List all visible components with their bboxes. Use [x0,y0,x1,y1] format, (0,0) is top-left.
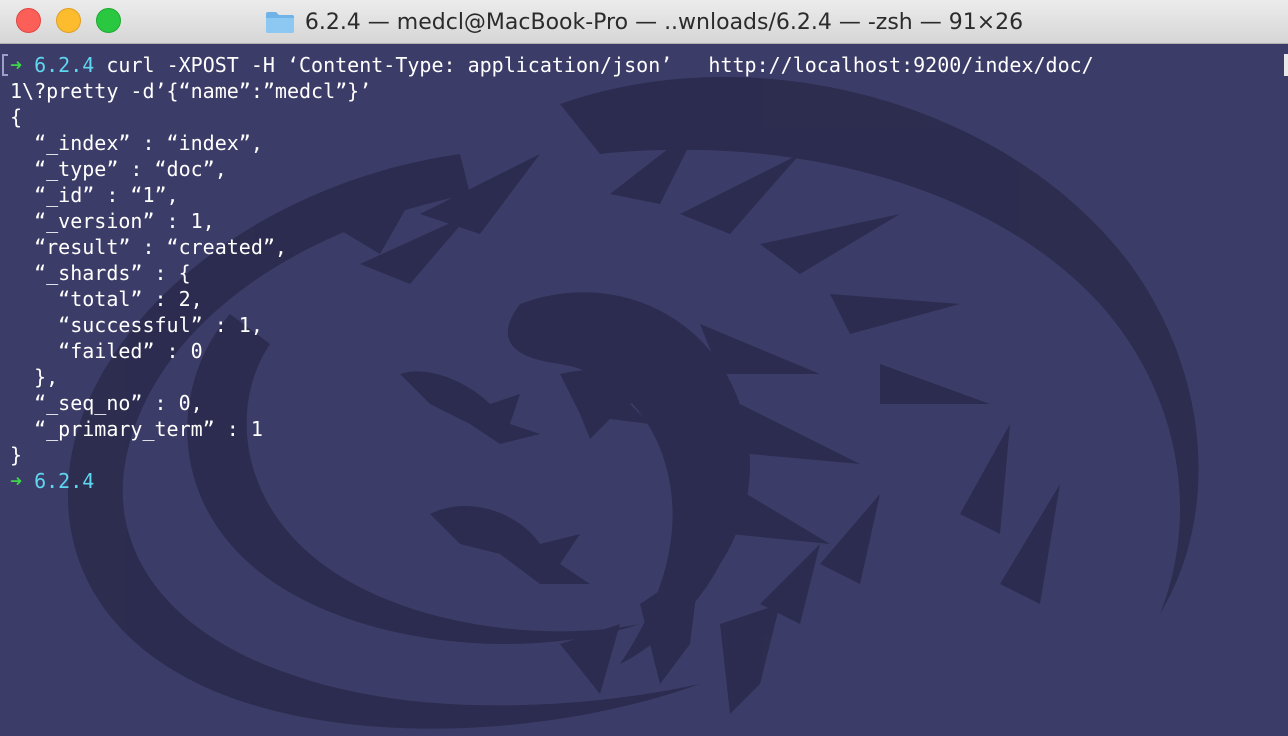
output-line: “failed” : 0 [10,339,203,363]
output-line: “successful” : 1, [10,313,263,337]
output-line: “_version” : 1, [10,209,215,233]
selection-marker [2,54,8,76]
output-line: { [10,105,23,129]
output-line: “total” : 2, [10,287,203,311]
window-title: 6.2.4 — medcl@MacBook-Pro — ..wnloads/6.… [304,9,1024,35]
output-line: “_seq_no” : 0, [10,391,203,415]
command-text: curl -XPOST -H ‘Content-Type: applicatio… [106,53,1094,77]
prompt-arrow-icon: ➜ [10,53,23,77]
line-wrap-marker [1284,54,1288,76]
prompt-directory: 6.2.4 [34,53,95,77]
terminal-window: 6.2.4 — medcl@MacBook-Pro — ..wnloads/6.… [0,0,1288,736]
folder-icon [265,12,294,33]
prompt-arrow-icon: ➜ [10,469,23,493]
command-continuation: 1\?pretty -d’{“name”:”medcl”}’ [10,79,372,103]
output-line: “_shards” : { [10,261,191,285]
terminal-content[interactable]: ➜ 6.2.4 curl -XPOST -H ‘Content-Type: ap… [0,44,1288,736]
output-line: “result” : “created”, [10,235,287,259]
output-line: }, [10,365,59,389]
output-line: “_index” : “index”, [10,131,263,155]
terminal-output: ➜ 6.2.4 curl -XPOST -H ‘Content-Type: ap… [10,52,1094,494]
current-prompt[interactable]: ➜ 6.2.4 [10,468,1094,494]
prompt-directory: 6.2.4 [34,469,95,493]
output-line: “_type” : “doc”, [10,157,227,181]
output-line: “_primary_term” : 1 [10,417,263,441]
output-line: } [10,443,23,467]
window-title-area: 6.2.4 — medcl@MacBook-Pro — ..wnloads/6.… [0,0,1288,44]
command-line: ➜ 6.2.4 curl -XPOST -H ‘Content-Type: ap… [10,52,1094,78]
title-bar[interactable]: 6.2.4 — medcl@MacBook-Pro — ..wnloads/6.… [0,0,1288,44]
output-line: “_id” : “1”, [10,183,179,207]
